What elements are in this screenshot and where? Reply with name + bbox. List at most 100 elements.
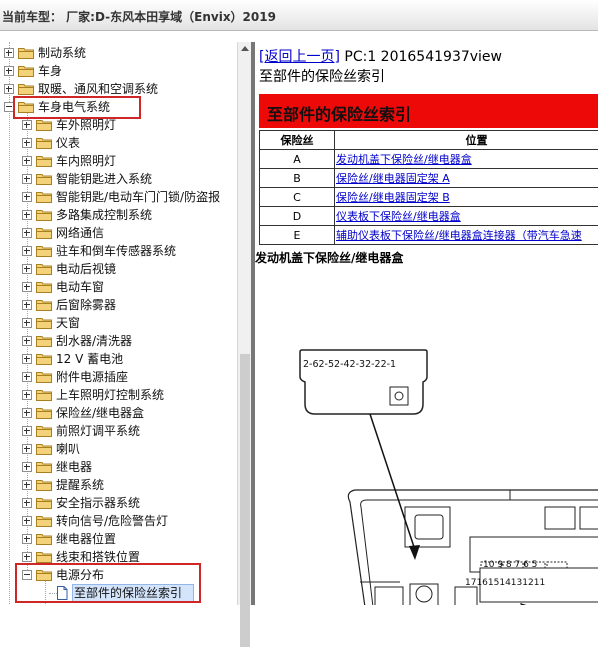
tree-item[interactable]: 后窗除雾器 <box>0 296 238 314</box>
table-row: A 发动机盖下保险丝/继电器盒 <box>260 150 598 169</box>
expand-icon[interactable] <box>22 462 32 472</box>
location-link[interactable]: 保险丝/继电器固定架 B <box>335 188 598 207</box>
tree-item-label: 仪表 <box>56 134 80 152</box>
folder-icon <box>36 281 52 293</box>
tree-item[interactable]: 车身 <box>0 62 238 80</box>
tree-item[interactable]: 继电器 <box>0 458 238 476</box>
tree-item[interactable]: 12 V 蓄电池 <box>0 350 238 368</box>
tree-item[interactable]: 仪表 <box>0 134 238 152</box>
tree-item[interactable]: 驻车和倒车传感器系统 <box>0 242 238 260</box>
expand-icon[interactable] <box>22 264 32 274</box>
expand-icon[interactable] <box>22 354 32 364</box>
expand-icon[interactable] <box>22 480 32 490</box>
tree-item[interactable]: 刮水器/清洗器 <box>0 332 238 350</box>
expand-icon[interactable] <box>22 498 32 508</box>
table-row: E 辅助仪表板下保险丝/继电器盒连接器（带汽车急速 <box>260 226 598 245</box>
fuse-cell: B <box>260 169 335 188</box>
expand-icon[interactable] <box>4 66 14 76</box>
tree-item-label: 转向信号/危险警告灯 <box>56 512 168 530</box>
tree-item[interactable]: 前照灯调平系统 <box>0 422 238 440</box>
expand-icon[interactable] <box>22 372 32 382</box>
tree-item-label: 天窗 <box>56 314 80 332</box>
tree-item[interactable]: 喇叭 <box>0 440 238 458</box>
tree-item[interactable]: 电动车窗 <box>0 278 238 296</box>
expand-icon[interactable] <box>22 156 32 166</box>
tree-item[interactable]: 车内照明灯 <box>0 152 238 170</box>
tree-item-label: 前照灯调平系统 <box>56 422 140 440</box>
expand-icon[interactable] <box>22 192 32 202</box>
tree-item-label: 网络通信 <box>56 224 104 242</box>
location-link[interactable]: 保险丝/继电器固定架 A <box>335 169 598 188</box>
fuse-numbers-bottom: 17161514131211 <box>465 578 545 588</box>
folder-icon <box>36 407 52 419</box>
tree-item-label: 多路集成控制系统 <box>56 206 152 224</box>
highlight-box <box>13 96 141 119</box>
folder-icon <box>36 497 52 509</box>
expand-icon[interactable] <box>22 534 32 544</box>
folder-icon <box>36 299 52 311</box>
tree-item[interactable]: 电动后视镜 <box>0 260 238 278</box>
tree-scrollbar[interactable] <box>237 42 252 605</box>
table-row: D 仪表板下保险丝/继电器盒 <box>260 207 598 226</box>
tree-item-label: 驻车和倒车传感器系统 <box>56 242 176 260</box>
expand-icon[interactable] <box>22 282 32 292</box>
tree-item-label: 车内照明灯 <box>56 152 116 170</box>
folder-icon <box>36 119 52 131</box>
tree-item[interactable]: 上车照明灯控制系统 <box>0 386 238 404</box>
tree-item[interactable]: 安全指示器系统 <box>0 494 238 512</box>
expand-icon[interactable] <box>22 444 32 454</box>
location-link[interactable]: 发动机盖下保险丝/继电器盒 <box>335 150 598 169</box>
location-link[interactable]: 仪表板下保险丝/继电器盒 <box>335 207 598 226</box>
folder-icon <box>36 551 52 563</box>
content-pane: [返回上一页] PC:1 2016541937view 至部件的保险丝索引 至部… <box>251 42 598 605</box>
expand-icon[interactable] <box>22 516 32 526</box>
expand-icon[interactable] <box>4 84 14 94</box>
tree-item[interactable]: 提醒系统 <box>0 476 238 494</box>
expand-icon[interactable] <box>22 390 32 400</box>
expand-icon[interactable] <box>22 246 32 256</box>
pc-info: PC:1 2016541937view <box>340 49 502 65</box>
back-link[interactable]: [返回上一页] <box>259 49 340 65</box>
expand-icon[interactable] <box>22 300 32 310</box>
folder-icon <box>36 191 52 203</box>
tree-item-label: 车身 <box>38 62 62 80</box>
folder-icon <box>36 371 52 383</box>
expand-icon[interactable] <box>22 120 32 130</box>
expand-icon[interactable] <box>22 426 32 436</box>
tree-item-label: 提醒系统 <box>56 476 104 494</box>
tree-item[interactable]: 网络通信 <box>0 224 238 242</box>
navigation-tree[interactable]: 制动系统车身取暖、通风和空调系统车身电气系统车外照明灯仪表车内照明灯智能钥匙进入… <box>0 42 238 605</box>
folder-icon <box>36 353 52 365</box>
folder-icon <box>36 137 52 149</box>
tree-item[interactable]: 转向信号/危险警告灯 <box>0 512 238 530</box>
tree-item[interactable]: 多路集成控制系统 <box>0 206 238 224</box>
folder-icon <box>36 209 52 221</box>
tree-item[interactable]: 智能钥匙/电动车门门锁/防盗报 <box>0 188 238 206</box>
tree-item[interactable]: 继电器位置 <box>0 530 238 548</box>
tree-item[interactable]: 天窗 <box>0 314 238 332</box>
fuse-cell: A <box>260 150 335 169</box>
tree-item-label: 附件电源插座 <box>56 368 128 386</box>
expand-icon[interactable] <box>22 318 32 328</box>
tree-item[interactable]: 附件电源插座 <box>0 368 238 386</box>
tree-item[interactable]: 保险丝/继电器盒 <box>0 404 238 422</box>
expand-icon[interactable] <box>22 228 32 238</box>
expand-icon[interactable] <box>22 552 32 562</box>
expand-icon[interactable] <box>22 408 32 418</box>
expand-icon[interactable] <box>22 210 32 220</box>
folder-icon <box>36 245 52 257</box>
expand-icon[interactable] <box>22 174 32 184</box>
tree-item[interactable]: 智能钥匙进入系统 <box>0 170 238 188</box>
banner-title: 至部件的保险丝索引 <box>267 101 411 125</box>
tree-item-label: 制动系统 <box>38 44 86 62</box>
scroll-up-icon[interactable] <box>241 46 249 51</box>
location-link[interactable]: 辅助仪表板下保险丝/继电器盒连接器（带汽车急速 <box>335 226 598 245</box>
folder-icon <box>36 335 52 347</box>
expand-icon[interactable] <box>22 138 32 148</box>
expand-icon[interactable] <box>22 336 32 346</box>
tree-item[interactable]: 制动系统 <box>0 44 238 62</box>
expand-icon[interactable] <box>4 48 14 58</box>
tree-item-label: 12 V 蓄电池 <box>56 350 123 368</box>
scrollbar-thumb[interactable] <box>240 354 250 647</box>
folder-icon <box>36 515 52 527</box>
